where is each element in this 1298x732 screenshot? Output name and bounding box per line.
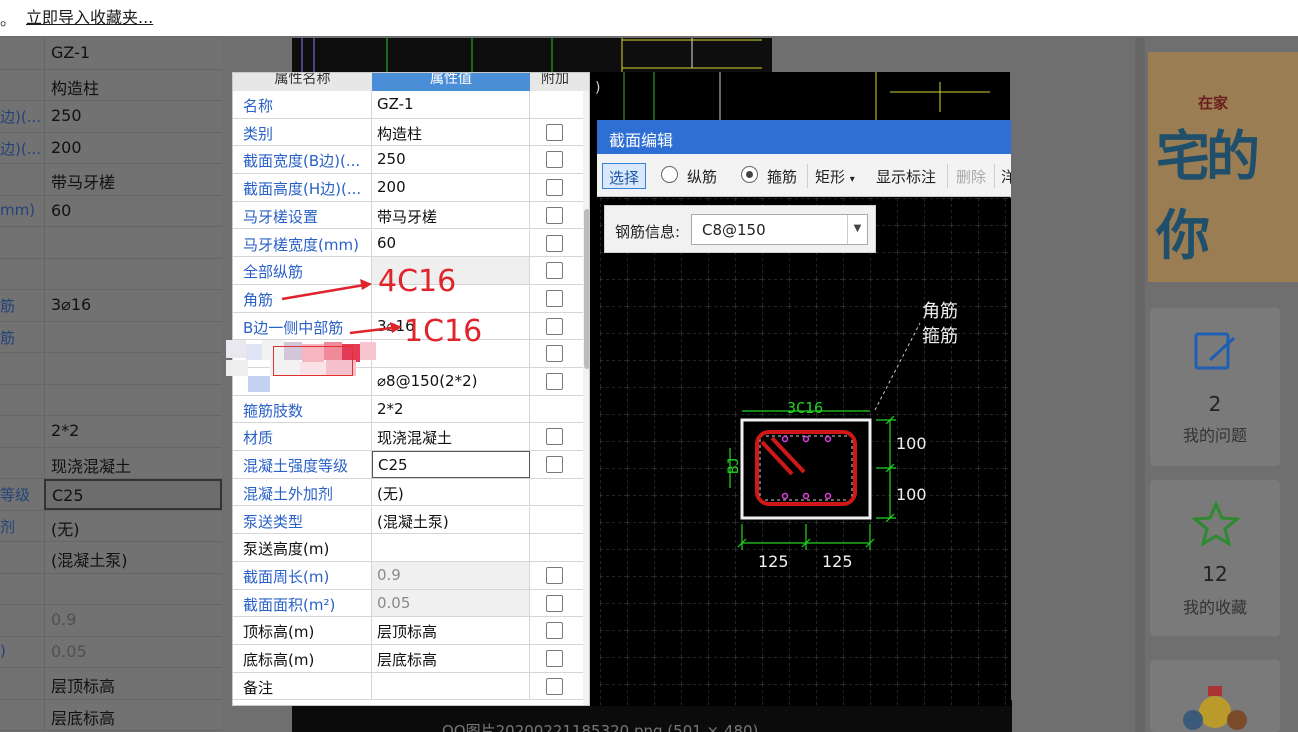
dim-h1: 100 [896,434,927,453]
chevron-down-icon[interactable]: ▼ [847,215,867,244]
stirrup-label[interactable]: 箍筋 [767,163,797,189]
rect-label: 矩形 [815,168,846,186]
dim-b1: 125 [758,552,789,571]
dim-b2: 125 [822,552,853,571]
rebar-info-label: 钢筋信息: [615,223,681,241]
rebar-info-value: C8@150 [702,221,766,239]
chevron-down-icon: ▾ [849,174,855,185]
longitudinal-radio[interactable] [661,166,678,183]
annotation-1c16: 1C16 [404,314,483,349]
rebar-info-combo[interactable]: C8@150 ▼ [691,214,868,245]
longitudinal-label[interactable]: 纵筋 [687,163,717,189]
stirrup-radio[interactable] [741,166,758,183]
more-button[interactable]: 洋 [1001,163,1011,189]
annotation-4c16: 4C16 [378,264,457,299]
section-editor-title: 截面编辑 [597,120,1011,154]
side-label-bj: BJ [726,457,742,474]
svg-text:): ) [595,80,600,96]
rebar-info-panel: 钢筋信息: C8@150 ▼ [604,205,876,253]
top-rebar-label: 3C16 [787,399,823,417]
select-button[interactable]: 选择 [602,163,647,189]
dim-h2: 100 [896,485,927,504]
leader-label-stirrup: 箍筋 [922,326,958,347]
section-editor-toolbar: 选择 纵筋 箍筋 矩形 ▾ 显示标注 删除 洋 [597,154,1011,197]
section-canvas[interactable]: 3C16 BJ 100 100 125 125 角筋 箍筋 [600,198,1011,706]
delete-button[interactable]: 删除 [956,163,986,189]
leader-label-corner: 角筋 [922,301,958,322]
rect-dropdown[interactable]: 矩形 ▾ [815,163,855,189]
show-label-button[interactable]: 显示标注 [876,163,936,189]
